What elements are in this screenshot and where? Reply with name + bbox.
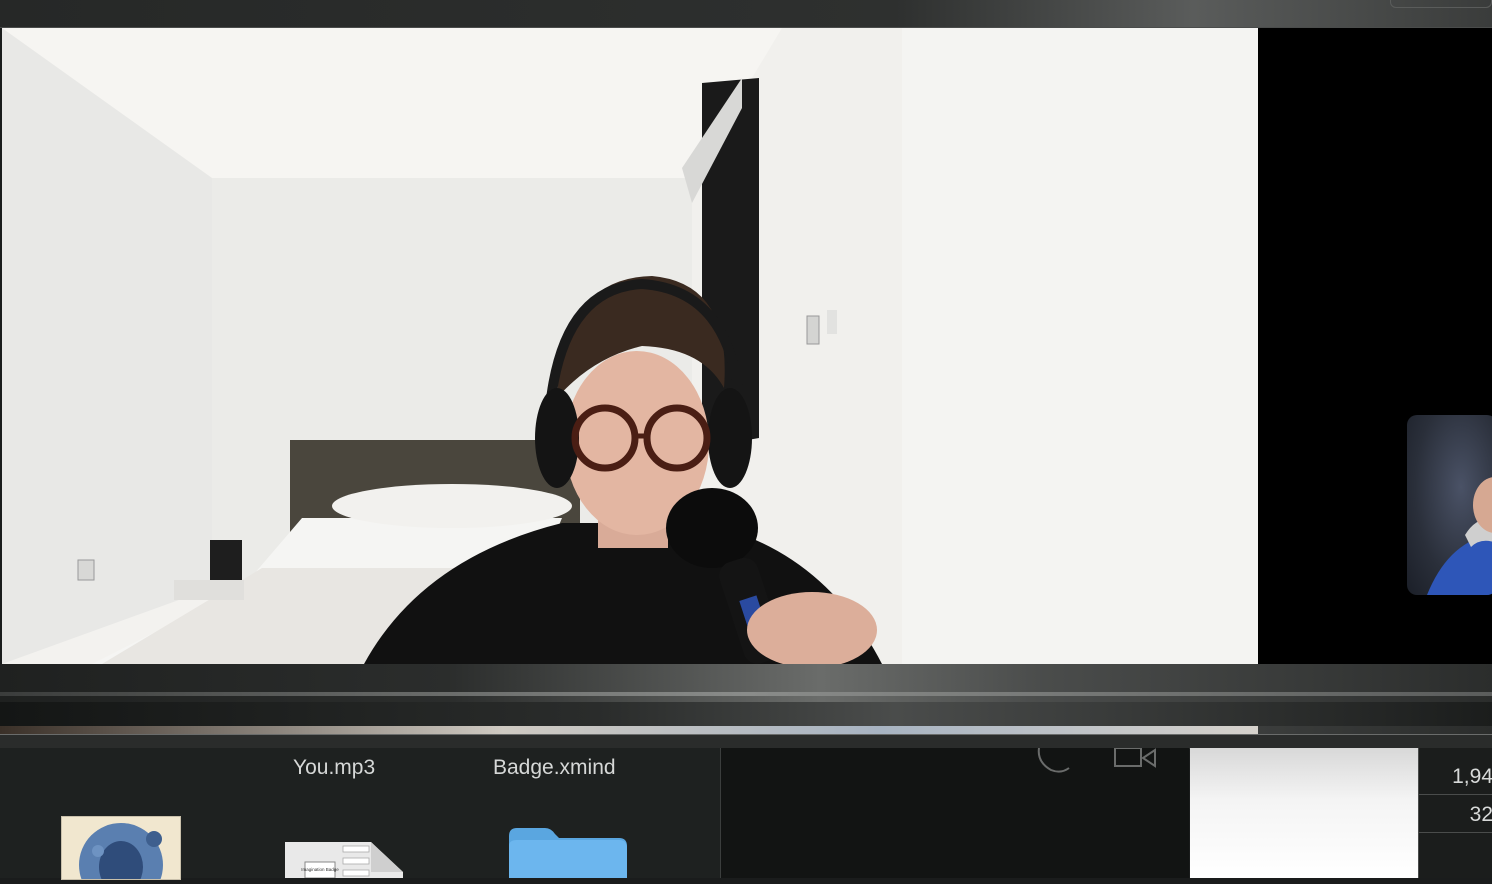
xmind-document-icon[interactable]: Imagination Badge	[285, 838, 403, 879]
phone-icon[interactable]	[1035, 747, 1075, 774]
light-switch	[806, 315, 820, 345]
finder-window: You.mp3 Badge.xmind Imagination Badge	[0, 748, 721, 884]
window-divider	[0, 734, 1492, 749]
document-page-icon: Imagination Badge	[285, 842, 403, 879]
nightstand	[174, 580, 244, 600]
self-view-scene	[1427, 477, 1492, 595]
camera-glyph-icon	[1114, 747, 1156, 768]
folder-icon[interactable]	[509, 826, 627, 878]
call-control-strip	[0, 664, 1492, 734]
xmind-thumbnail-text: Imagination Badge	[301, 867, 339, 872]
window-title-bar	[0, 0, 1492, 28]
speaker	[210, 540, 242, 584]
light-switch-2	[827, 310, 837, 334]
pillow	[332, 484, 572, 528]
headphones-right-cup	[708, 388, 752, 488]
strip-video-edge	[0, 726, 1258, 734]
video-scene	[2, 28, 1258, 664]
blank-preview-pane	[1190, 748, 1418, 878]
illustration-icon	[79, 823, 163, 884]
microphone-head	[666, 488, 758, 568]
spreadsheet-pane: 1,94 32	[1418, 748, 1492, 878]
strip-highlight	[0, 692, 1492, 696]
strip-shadow	[0, 702, 1492, 726]
right-wall-light	[902, 28, 1258, 664]
main-video-feed[interactable]	[2, 28, 1258, 664]
self-view-video[interactable]	[1407, 415, 1492, 595]
image-file-thumbnail[interactable]	[61, 816, 181, 884]
self-view-person-shirt	[1427, 535, 1492, 595]
phone-glyph-icon	[1037, 747, 1070, 773]
file-label-audio[interactable]: You.mp3	[293, 756, 375, 780]
table-cell[interactable]: 1,94	[1419, 758, 1492, 795]
table-cell[interactable]: 32	[1419, 796, 1492, 833]
wall-outlet	[77, 559, 95, 581]
messages-pane	[721, 747, 1189, 878]
window-control-pill[interactable]	[1390, 0, 1492, 8]
folder-shape-icon	[509, 828, 627, 878]
video-call-icon[interactable]	[1113, 747, 1159, 770]
file-label-xmind[interactable]: Badge.xmind	[493, 756, 616, 780]
